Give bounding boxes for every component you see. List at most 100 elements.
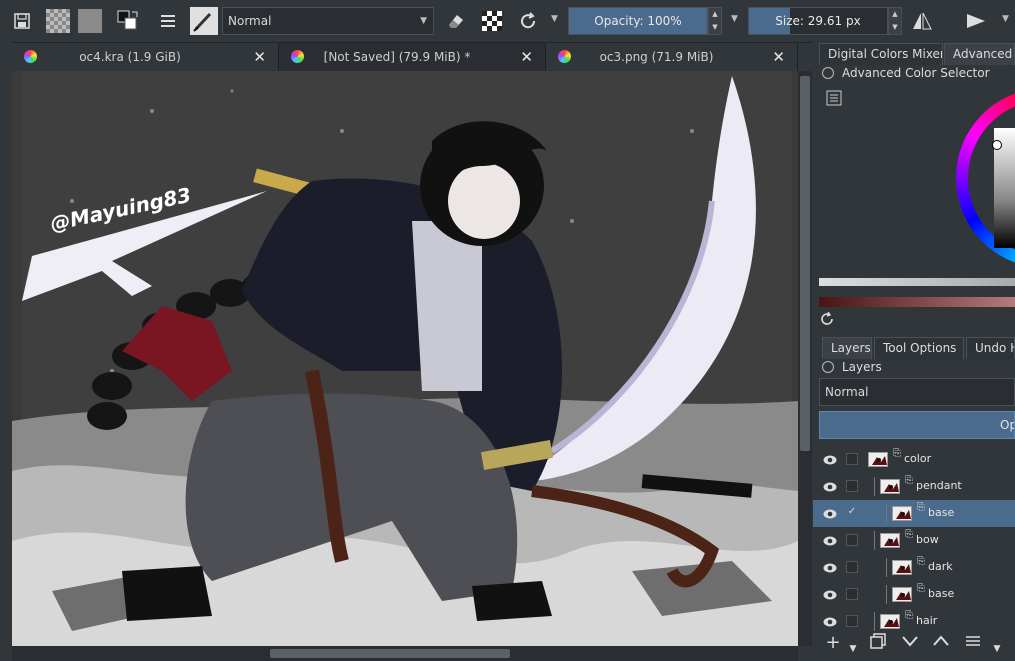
blend-mode-dropdown[interactable]: Normal ▼ [222, 7, 434, 35]
clone-layer-icon: ⎘ [905, 475, 913, 486]
chevron-down-icon[interactable]: ▼ [551, 14, 558, 24]
layer-name: dark [928, 560, 953, 573]
fill-pattern-icon[interactable] [44, 7, 72, 35]
chevron-down-icon[interactable]: ▼ [1002, 14, 1009, 24]
horizontal-scroll-thumb[interactable] [270, 649, 510, 658]
layer-row[interactable]: ⎘ pendant [813, 473, 1015, 500]
layer-name: bow [916, 533, 939, 546]
layer-row[interactable]: ⎘ base [813, 581, 1015, 608]
duplicate-layer-icon[interactable] [867, 632, 889, 654]
mirror-vertical-icon[interactable] [962, 7, 990, 35]
layer-row[interactable]: ⎘ color [813, 446, 1015, 473]
document-tab-bar: oc4.kra (1.9 GiB) ✕ [Not Saved] (79.9 Mi… [12, 43, 798, 71]
indent-guide [874, 612, 875, 631]
refresh-icon[interactable] [820, 311, 834, 326]
vertical-scroll-thumb[interactable] [800, 76, 810, 451]
layer-checkbox[interactable] [846, 615, 858, 627]
lock-icon[interactable] [822, 361, 834, 373]
layer-checkbox[interactable] [846, 534, 858, 546]
tab-layers[interactable]: Layers [822, 337, 872, 359]
clone-layer-icon: ⎘ [917, 556, 925, 567]
clone-layer-icon: ⎘ [917, 583, 925, 594]
layer-checkbox[interactable] [846, 453, 858, 465]
visibility-eye-icon[interactable] [823, 562, 837, 573]
visibility-eye-icon[interactable] [823, 535, 837, 546]
indent-guide [886, 504, 887, 523]
layer-checkbox[interactable] [846, 588, 858, 600]
layer-blend-mode-dropdown[interactable]: Normal [819, 378, 1015, 406]
layer-name: base [928, 506, 955, 519]
layer-row[interactable]: ⎘ dark [813, 554, 1015, 581]
close-icon[interactable]: ✕ [253, 43, 266, 71]
layer-blend-mode-value: Normal [825, 385, 869, 399]
close-icon[interactable]: ✕ [520, 43, 533, 71]
layer-checkbox[interactable]: ✓ [846, 507, 858, 519]
reload-preset-icon[interactable] [514, 7, 542, 35]
tab-tool-options[interactable]: Tool Options [874, 337, 964, 359]
brush-preset-icon[interactable] [190, 7, 218, 35]
layer-opacity-slider[interactable]: Opacity: 100% [819, 411, 1015, 439]
tab-undo-history[interactable]: Undo History [966, 337, 1015, 359]
value-bar[interactable] [819, 278, 1015, 286]
opacity-spinner[interactable]: ▲ ▼ [708, 7, 722, 35]
tab-advanced-color-selector[interactable]: Advanced Color Selector [944, 43, 1015, 65]
clone-layer-icon: ⎘ [905, 610, 913, 621]
layer-properties-icon[interactable] [962, 632, 984, 654]
tab-oc3[interactable]: oc3.png (71.9 MiB) ✕ [546, 43, 798, 71]
layer-checkbox[interactable] [846, 480, 858, 492]
color-docker-title: Advanced Color Selector [842, 66, 990, 80]
clone-layer-icon: ⎘ [905, 529, 913, 540]
color-wheel[interactable] [956, 88, 1015, 268]
layer-opacity-label: Opacity: 100% [1000, 418, 1014, 432]
layer-checkbox[interactable] [846, 561, 858, 573]
canvas[interactable]: @Mayuing83 [12, 71, 798, 646]
eraser-icon[interactable] [442, 7, 470, 35]
close-icon[interactable]: ✕ [772, 43, 785, 71]
opacity-slider[interactable]: Opacity: 100% [568, 7, 708, 35]
fg-bg-color-icon[interactable] [114, 7, 142, 35]
layer-name: base [928, 587, 955, 600]
visibility-eye-icon[interactable] [823, 481, 837, 492]
mirror-horizontal-icon[interactable] [908, 7, 936, 35]
clone-layer-icon: ⎘ [893, 448, 901, 459]
tab-not-saved[interactable]: [Not Saved] (79.9 MiB) * ✕ [279, 43, 546, 71]
visibility-eye-icon[interactable] [823, 454, 837, 465]
tab-oc4[interactable]: oc4.kra (1.9 GiB) ✕ [12, 43, 279, 71]
chevron-down-icon[interactable]: ▼ [731, 14, 738, 24]
tab-digital-colors-mixer[interactable]: Digital Colors Mixer [819, 43, 943, 65]
blend-mode-value: Normal [228, 14, 272, 28]
save-icon[interactable] [8, 7, 36, 35]
layer-row[interactable]: ⎘ hair [813, 608, 1015, 635]
visibility-eye-icon[interactable] [823, 508, 837, 519]
settings-list-icon[interactable] [826, 90, 842, 106]
size-spinner[interactable]: ▲ ▼ [888, 7, 902, 35]
chevron-down-icon[interactable]: ▼ [842, 638, 864, 660]
saturation-bar[interactable] [819, 297, 1015, 307]
indent-guide [886, 585, 887, 604]
size-label: Size: 29.61 px [775, 14, 861, 28]
layer-row[interactable]: ⎘ bow [813, 527, 1015, 554]
layer-thumbnail [868, 452, 888, 467]
tab-label: [Not Saved] (79.9 MiB) * [323, 50, 471, 64]
tab-label: Layers [831, 341, 871, 355]
color-picker-handle[interactable] [992, 140, 1002, 150]
tab-label: Tool Options [883, 341, 957, 355]
tab-label: oc4.kra (1.9 GiB) [79, 50, 181, 64]
tab-label: Undo History [975, 341, 1014, 355]
size-slider[interactable]: Size: 29.61 px [748, 7, 888, 35]
brush-settings-icon[interactable] [154, 7, 182, 35]
layer-row[interactable]: ✓ ⎘ base [813, 500, 1015, 527]
visibility-eye-icon[interactable] [823, 589, 837, 600]
indent-guide [874, 531, 875, 550]
lock-icon[interactable] [822, 67, 834, 79]
add-layer-icon[interactable]: + [822, 632, 844, 654]
layer-name: hair [916, 614, 938, 627]
alpha-lock-icon[interactable] [478, 7, 506, 35]
chevron-down-icon[interactable]: ▼ [986, 638, 1008, 660]
clone-layer-icon: ⎘ [917, 502, 925, 513]
layers-docker-title: Layers [842, 360, 882, 374]
gradient-icon[interactable] [76, 7, 104, 35]
move-layer-down-icon[interactable] [899, 632, 921, 654]
visibility-eye-icon[interactable] [823, 616, 837, 627]
move-layer-up-icon[interactable] [930, 632, 952, 654]
